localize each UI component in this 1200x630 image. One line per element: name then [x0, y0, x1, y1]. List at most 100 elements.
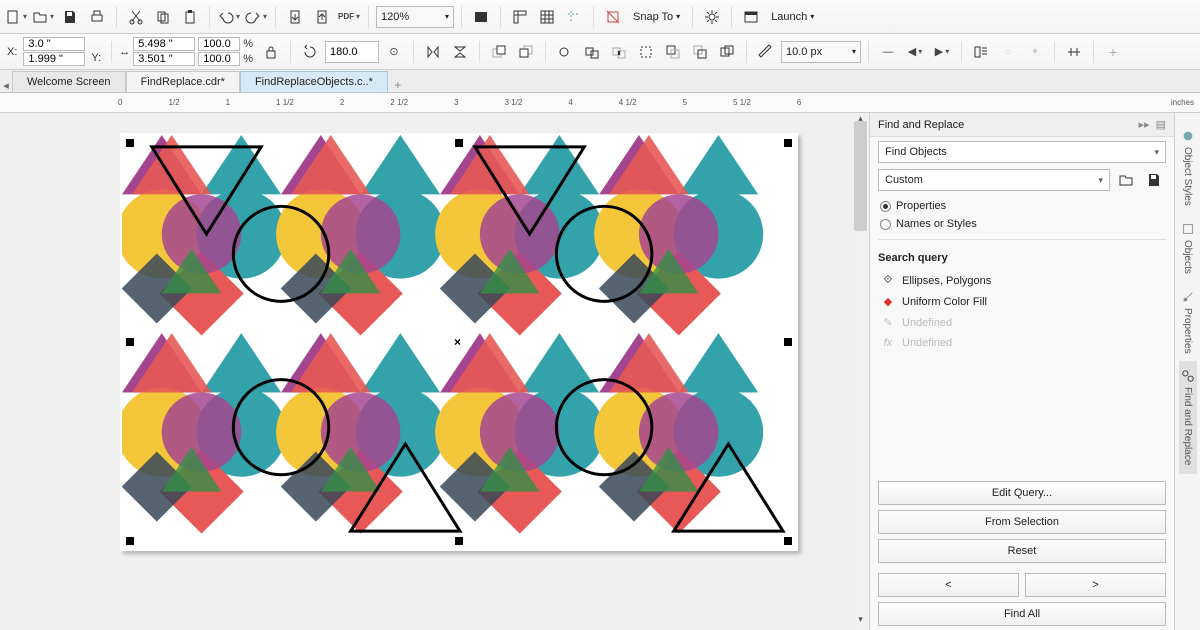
cut-button[interactable]	[124, 5, 148, 29]
launch-icon[interactable]	[739, 5, 763, 29]
tab-properties[interactable]: Properties	[1179, 282, 1197, 362]
guides-button[interactable]	[562, 5, 586, 29]
main-toolbar: PDF 120%▾ Snap To▾ Launch▾	[0, 0, 1200, 34]
outline-width-select[interactable]: 10.0 px▾	[781, 41, 861, 63]
tab-doc2[interactable]: FindReplaceObjects.c..*	[240, 71, 388, 92]
weld-button[interactable]	[553, 40, 577, 64]
start-cap-button[interactable]: ◀	[903, 40, 927, 64]
tab-object-styles-label: Object Styles	[1182, 147, 1193, 206]
simplify-button[interactable]	[634, 40, 658, 64]
tab-objects[interactable]: Objects	[1179, 214, 1197, 282]
find-mode-select[interactable]: Find Objects▾	[878, 141, 1166, 163]
wrap-text-button[interactable]	[969, 40, 993, 64]
find-all-button[interactable]: Find All	[878, 602, 1166, 626]
rulers-button[interactable]	[508, 5, 532, 29]
snap-off-button[interactable]	[601, 5, 625, 29]
pct-label-2: %	[240, 53, 256, 65]
query-row-fx[interactable]: fx Undefined	[878, 333, 1166, 353]
scaley-input[interactable]	[198, 52, 240, 66]
x-input[interactable]	[23, 37, 85, 51]
tab-doc1[interactable]: FindReplace.cdr*	[126, 71, 240, 92]
launch-dropdown[interactable]: Launch▾	[766, 11, 819, 23]
copy-button[interactable]	[151, 5, 175, 29]
vertical-scrollbar[interactable]: ▴ ▾	[852, 113, 869, 630]
trim-button[interactable]	[580, 40, 604, 64]
height-input[interactable]	[133, 52, 195, 66]
handle-n[interactable]	[455, 139, 463, 147]
convert-curves-button[interactable]: ○	[996, 40, 1020, 64]
back-minus-front-button[interactable]	[688, 40, 712, 64]
preset-label: Custom	[885, 174, 923, 186]
grid-button[interactable]	[535, 5, 559, 29]
find-next-button[interactable]: >	[1025, 573, 1166, 597]
query-row-fx-label: Undefined	[902, 337, 952, 349]
new-button[interactable]	[4, 5, 28, 29]
fx-icon: fx	[880, 337, 896, 349]
line-style-button[interactable]: —	[876, 40, 900, 64]
preset-select[interactable]: Custom▾	[878, 169, 1110, 191]
mirror-v-button[interactable]	[448, 40, 472, 64]
save-button[interactable]	[58, 5, 82, 29]
mirror-h-button[interactable]	[421, 40, 445, 64]
scroll-thumb[interactable]	[854, 121, 867, 231]
from-selection-button[interactable]: From Selection	[878, 510, 1166, 534]
zoom-select[interactable]: 120%▾	[376, 6, 454, 28]
boundary-button[interactable]	[715, 40, 739, 64]
to-front-button[interactable]	[487, 40, 511, 64]
front-minus-back-button[interactable]	[661, 40, 685, 64]
handle-sw[interactable]	[126, 537, 134, 545]
handle-se[interactable]	[784, 537, 792, 545]
handle-s[interactable]	[455, 537, 463, 545]
open-preset-button[interactable]	[1114, 168, 1138, 192]
scalex-input[interactable]	[198, 37, 240, 51]
y-input[interactable]	[23, 52, 85, 66]
rotation-center-button[interactable]: ⊙	[382, 40, 406, 64]
reset-button[interactable]: Reset	[878, 539, 1166, 563]
align-button[interactable]	[1062, 40, 1086, 64]
print-button[interactable]	[85, 5, 109, 29]
handle-e[interactable]	[784, 338, 792, 346]
tab-welcome[interactable]: Welcome Screen	[12, 71, 126, 92]
import-button[interactable]	[283, 5, 307, 29]
radio-properties[interactable]: Properties	[878, 197, 1166, 215]
lock-ratio-button[interactable]	[259, 40, 283, 64]
redo-button[interactable]	[244, 5, 268, 29]
handle-ne[interactable]	[784, 139, 792, 147]
paste-button[interactable]	[178, 5, 202, 29]
to-back-button[interactable]	[514, 40, 538, 64]
open-button[interactable]	[31, 5, 55, 29]
pdf-button[interactable]: PDF	[337, 5, 361, 29]
scroll-down-icon[interactable]: ▾	[852, 614, 869, 630]
export-button[interactable]	[310, 5, 334, 29]
width-input[interactable]	[133, 37, 195, 51]
canvas-area[interactable]: × ▴ ▾	[0, 113, 869, 630]
save-preset-button[interactable]	[1142, 168, 1166, 192]
query-row-fill[interactable]: ◆ Uniform Color Fill	[878, 291, 1166, 312]
docker-tabs: Object Styles Objects Properties Find an…	[1174, 113, 1200, 630]
query-row-shapes[interactable]: ⟐ Ellipses, Polygons	[878, 270, 1166, 291]
undo-button[interactable]	[217, 5, 241, 29]
edit-anchor-button[interactable]: ✦	[1023, 40, 1047, 64]
panel-menu-icon[interactable]: ▤	[1156, 118, 1166, 131]
snap-to-label: Snap To	[633, 11, 673, 23]
snap-to-dropdown[interactable]: Snap To▾	[628, 11, 685, 23]
handle-w[interactable]	[126, 338, 134, 346]
fullscreen-button[interactable]	[469, 5, 493, 29]
intersect-button[interactable]	[607, 40, 631, 64]
rotation-input[interactable]	[325, 41, 379, 63]
query-row-outline[interactable]: ✎ Undefined	[878, 312, 1166, 333]
tab-find-replace[interactable]: Find and Replace	[1179, 361, 1197, 473]
radio-names-label: Names or Styles	[896, 218, 977, 230]
radio-names[interactable]: Names or Styles	[878, 215, 1166, 233]
handle-nw[interactable]	[126, 139, 134, 147]
options-button[interactable]	[700, 5, 724, 29]
panel-header: Find and Replace ▸▸ ▤	[870, 113, 1174, 137]
panel-collapse-icon[interactable]: ▸▸	[1139, 118, 1150, 131]
find-prev-button[interactable]: <	[878, 573, 1019, 597]
tab-add[interactable]: +	[388, 78, 408, 92]
edit-query-button[interactable]: Edit Query...	[878, 481, 1166, 505]
end-cap-button[interactable]: ▶	[930, 40, 954, 64]
add-button[interactable]: +	[1101, 40, 1125, 64]
tab-object-styles[interactable]: Object Styles	[1179, 121, 1197, 214]
tabs-prev[interactable]: ◂	[0, 79, 12, 92]
